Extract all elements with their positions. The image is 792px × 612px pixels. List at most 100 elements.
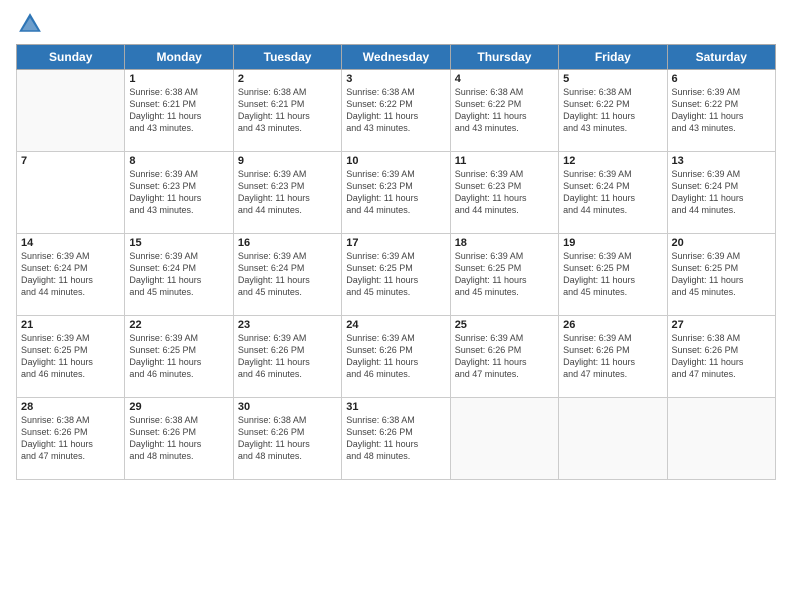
calendar-cell: 28Sunrise: 6:38 AMSunset: 6:26 PMDayligh… <box>17 398 125 480</box>
day-number: 17 <box>346 237 445 249</box>
logo <box>16 10 48 38</box>
day-number: 1 <box>129 73 228 85</box>
calendar-cell <box>667 398 775 480</box>
day-info: Sunrise: 6:38 AMSunset: 6:22 PMDaylight:… <box>455 86 554 135</box>
calendar-cell: 2Sunrise: 6:38 AMSunset: 6:21 PMDaylight… <box>233 70 341 152</box>
calendar-cell <box>559 398 667 480</box>
day-number: 21 <box>21 319 120 331</box>
calendar-cell: 27Sunrise: 6:38 AMSunset: 6:26 PMDayligh… <box>667 316 775 398</box>
day-number: 14 <box>21 237 120 249</box>
calendar-cell: 31Sunrise: 6:38 AMSunset: 6:26 PMDayligh… <box>342 398 450 480</box>
calendar-cell: 13Sunrise: 6:39 AMSunset: 6:24 PMDayligh… <box>667 152 775 234</box>
day-number: 26 <box>563 319 662 331</box>
weekday-header-sunday: Sunday <box>17 45 125 70</box>
day-info: Sunrise: 6:38 AMSunset: 6:22 PMDaylight:… <box>346 86 445 135</box>
day-info: Sunrise: 6:39 AMSunset: 6:24 PMDaylight:… <box>238 250 337 299</box>
calendar-cell: 19Sunrise: 6:39 AMSunset: 6:25 PMDayligh… <box>559 234 667 316</box>
day-number: 6 <box>672 73 771 85</box>
day-number: 5 <box>563 73 662 85</box>
day-info: Sunrise: 6:39 AMSunset: 6:22 PMDaylight:… <box>672 86 771 135</box>
calendar-cell: 20Sunrise: 6:39 AMSunset: 6:25 PMDayligh… <box>667 234 775 316</box>
day-info: Sunrise: 6:39 AMSunset: 6:25 PMDaylight:… <box>129 332 228 381</box>
day-number: 7 <box>21 155 120 167</box>
day-info: Sunrise: 6:39 AMSunset: 6:25 PMDaylight:… <box>21 332 120 381</box>
day-number: 24 <box>346 319 445 331</box>
weekday-header-row: SundayMondayTuesdayWednesdayThursdayFrid… <box>17 45 776 70</box>
day-info: Sunrise: 6:39 AMSunset: 6:24 PMDaylight:… <box>563 168 662 217</box>
day-number: 12 <box>563 155 662 167</box>
week-row-3: 14 Sunrise: 6:39 AMSunset: 6:24 PMDayligh… <box>17 234 776 316</box>
day-info: Sunrise: 6:38 AMSunset: 6:21 PMDaylight:… <box>129 86 228 135</box>
day-number: 4 <box>455 73 554 85</box>
day-info: Sunrise: 6:38 AMSunset: 6:26 PMDaylight:… <box>238 414 337 463</box>
calendar-cell: 25Sunrise: 6:39 AMSunset: 6:26 PMDayligh… <box>450 316 558 398</box>
day-number: 2 <box>238 73 337 85</box>
calendar-cell: 23Sunrise: 6:39 AMSunset: 6:26 PMDayligh… <box>233 316 341 398</box>
weekday-header-wednesday: Wednesday <box>342 45 450 70</box>
day-number: 25 <box>455 319 554 331</box>
calendar-cell: 6Sunrise: 6:39 AMSunset: 6:22 PMDaylight… <box>667 70 775 152</box>
calendar-cell: 26Sunrise: 6:39 AMSunset: 6:26 PMDayligh… <box>559 316 667 398</box>
calendar-cell: 30Sunrise: 6:38 AMSunset: 6:26 PMDayligh… <box>233 398 341 480</box>
page: SundayMondayTuesdayWednesdayThursdayFrid… <box>0 0 792 612</box>
week-row-2: 78Sunrise: 6:39 AMSunset: 6:23 PMDayligh… <box>17 152 776 234</box>
day-info: Sunrise: 6:38 AMSunset: 6:21 PMDaylight:… <box>238 86 337 135</box>
day-info: Sunrise: 6:39 AMSunset: 6:26 PMDaylight:… <box>238 332 337 381</box>
day-number: 10 <box>346 155 445 167</box>
weekday-header-tuesday: Tuesday <box>233 45 341 70</box>
day-number: 20 <box>672 237 771 249</box>
calendar-cell: 22Sunrise: 6:39 AMSunset: 6:25 PMDayligh… <box>125 316 233 398</box>
calendar-cell <box>450 398 558 480</box>
day-number: 11 <box>455 155 554 167</box>
day-number: 27 <box>672 319 771 331</box>
day-info: Sunrise: 6:38 AMSunset: 6:26 PMDaylight:… <box>346 414 445 463</box>
day-number: 22 <box>129 319 228 331</box>
calendar-cell: 21Sunrise: 6:39 AMSunset: 6:25 PMDayligh… <box>17 316 125 398</box>
day-info: Sunrise: 6:39 AMSunset: 6:25 PMDaylight:… <box>455 250 554 299</box>
day-info: Sunrise: 6:38 AMSunset: 6:26 PMDaylight:… <box>672 332 771 381</box>
day-info: Sunrise: 6:39 AMSunset: 6:25 PMDaylight:… <box>563 250 662 299</box>
day-number: 30 <box>238 401 337 413</box>
day-info: Sunrise: 6:39 AMSunset: 6:26 PMDaylight:… <box>346 332 445 381</box>
day-info: Sunrise: 6:39 AMSunset: 6:24 PMDaylight:… <box>672 168 771 217</box>
calendar-cell: 14Sunrise: 6:39 AMSunset: 6:24 PMDayligh… <box>17 234 125 316</box>
week-row-1: 1Sunrise: 6:38 AMSunset: 6:21 PMDaylight… <box>17 70 776 152</box>
day-number: 13 <box>672 155 771 167</box>
day-info: Sunrise: 6:39 AMSunset: 6:23 PMDaylight:… <box>455 168 554 217</box>
day-number: 15 <box>129 237 228 249</box>
day-number: 3 <box>346 73 445 85</box>
day-number: 9 <box>238 155 337 167</box>
day-info: Sunrise: 6:38 AMSunset: 6:26 PMDaylight:… <box>129 414 228 463</box>
calendar-cell: 17Sunrise: 6:39 AMSunset: 6:25 PMDayligh… <box>342 234 450 316</box>
calendar-cell: 1Sunrise: 6:38 AMSunset: 6:21 PMDaylight… <box>125 70 233 152</box>
header <box>16 10 776 38</box>
week-row-4: 21Sunrise: 6:39 AMSunset: 6:25 PMDayligh… <box>17 316 776 398</box>
calendar-cell: 24Sunrise: 6:39 AMSunset: 6:26 PMDayligh… <box>342 316 450 398</box>
week-row-5: 28Sunrise: 6:38 AMSunset: 6:26 PMDayligh… <box>17 398 776 480</box>
weekday-header-thursday: Thursday <box>450 45 558 70</box>
day-number: 28 <box>21 401 120 413</box>
day-info: Sunrise: 6:39 AMSunset: 6:23 PMDaylight:… <box>346 168 445 217</box>
calendar-cell: 10Sunrise: 6:39 AMSunset: 6:23 PMDayligh… <box>342 152 450 234</box>
calendar-table: SundayMondayTuesdayWednesdayThursdayFrid… <box>16 44 776 480</box>
day-number: 23 <box>238 319 337 331</box>
day-number: 31 <box>346 401 445 413</box>
day-info: Sunrise: 6:39 AMSunset: 6:23 PMDaylight:… <box>129 168 228 217</box>
day-number: 29 <box>129 401 228 413</box>
day-number: 8 <box>129 155 228 167</box>
day-number: 16 <box>238 237 337 249</box>
calendar-cell: 3Sunrise: 6:38 AMSunset: 6:22 PMDaylight… <box>342 70 450 152</box>
logo-icon <box>16 10 44 38</box>
day-info: Sunrise: 6:38 AMSunset: 6:26 PMDaylight:… <box>21 414 120 463</box>
day-info: Sunrise: 6:38 AMSunset: 6:22 PMDaylight:… <box>563 86 662 135</box>
calendar-cell: 9Sunrise: 6:39 AMSunset: 6:23 PMDaylight… <box>233 152 341 234</box>
day-info: Sunrise: 6:39 AMSunset: 6:23 PMDaylight:… <box>238 168 337 217</box>
day-info: Sunrise: 6:39 AMSunset: 6:26 PMDaylight:… <box>563 332 662 381</box>
calendar-cell: 18Sunrise: 6:39 AMSunset: 6:25 PMDayligh… <box>450 234 558 316</box>
calendar-cell: 8Sunrise: 6:39 AMSunset: 6:23 PMDaylight… <box>125 152 233 234</box>
day-number: 18 <box>455 237 554 249</box>
calendar-cell: 5Sunrise: 6:38 AMSunset: 6:22 PMDaylight… <box>559 70 667 152</box>
weekday-header-friday: Friday <box>559 45 667 70</box>
calendar-cell: 15Sunrise: 6:39 AMSunset: 6:24 PMDayligh… <box>125 234 233 316</box>
calendar-cell <box>17 70 125 152</box>
